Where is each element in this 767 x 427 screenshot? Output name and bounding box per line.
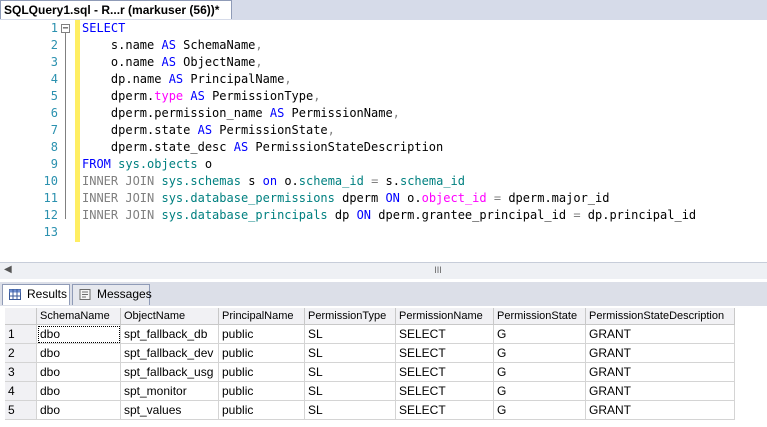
grid-cell[interactable]: public	[219, 325, 305, 344]
tab-messages[interactable]: Messages	[72, 284, 152, 305]
code-line: INNER JOIN sys.schemas s on o.schema_id …	[82, 174, 466, 188]
line-number: 4	[50, 72, 58, 86]
tab-sqlquery1[interactable]: SQLQuery1.sql - R...r (markuser (56))*	[0, 0, 232, 19]
grid-cell[interactable]: SELECT	[396, 382, 494, 401]
grid-cell[interactable]: dbo	[37, 401, 121, 420]
grid-cell[interactable]: G	[494, 382, 586, 401]
line-number: 2	[50, 38, 58, 52]
row-number[interactable]: 3	[5, 363, 37, 382]
grid-cell[interactable]: spt_values	[121, 401, 219, 420]
column-header[interactable]: PrincipalName	[219, 308, 305, 325]
grid-cell[interactable]: G	[494, 344, 586, 363]
results-grid[interactable]: SchemaName ObjectName PrincipalName Perm…	[0, 306, 767, 427]
collapse-outline-icon[interactable]: −	[61, 24, 70, 34]
grid-cell[interactable]: spt_monitor	[121, 382, 219, 401]
query-editor[interactable]: 1 2 3 4 5 6 7 8 9 10 11 12 13 − SELECT s…	[0, 20, 767, 262]
document-tab-strip: SQLQuery1.sql - R...r (markuser (56))*	[0, 0, 767, 21]
grid-cell[interactable]: G	[494, 363, 586, 382]
code-line: dperm.type AS PermissionType,	[82, 89, 321, 103]
grid-cell[interactable]: public	[219, 401, 305, 420]
column-header[interactable]: SchemaName	[37, 308, 121, 325]
grid-cell[interactable]: SL	[305, 344, 396, 363]
column-header[interactable]: PermissionState	[494, 308, 586, 325]
code-line: SELECT	[82, 21, 126, 35]
grid-icon	[9, 289, 21, 300]
line-number: 13	[43, 225, 58, 239]
column-header[interactable]: ObjectName	[121, 308, 219, 325]
column-header[interactable]: PermissionType	[305, 308, 396, 325]
tab-label: Results	[27, 287, 68, 301]
grid-corner	[5, 308, 37, 325]
code-line: s.name AS SchemaName,	[82, 38, 263, 52]
grid-cell[interactable]: SL	[305, 382, 396, 401]
line-number: 9	[50, 157, 58, 171]
tab-label: Messages	[97, 287, 152, 301]
row-number[interactable]: 5	[5, 401, 37, 420]
line-number: 1	[50, 21, 58, 35]
line-number: 7	[50, 123, 58, 137]
line-number: 6	[50, 106, 58, 120]
grid-cell[interactable]: SELECT	[396, 363, 494, 382]
grid-cell[interactable]: G	[494, 325, 586, 344]
grid-cell[interactable]: spt_fallback_usg	[121, 363, 219, 382]
grid-cell[interactable]: SELECT	[396, 401, 494, 420]
grid-cell[interactable]: GRANT	[586, 363, 735, 382]
code-line: INNER JOIN sys.database_permissions dper…	[82, 191, 610, 205]
grid-cell[interactable]: public	[219, 363, 305, 382]
grid-cell[interactable]: SELECT	[396, 325, 494, 344]
grid-cell[interactable]: GRANT	[586, 401, 735, 420]
grid-cell[interactable]: SL	[305, 363, 396, 382]
code-line: FROM sys.objects o	[82, 157, 213, 171]
grid-cell[interactable]: SELECT	[396, 344, 494, 363]
column-header[interactable]: PermissionStateDescription	[586, 308, 735, 325]
change-tracking-bar	[75, 20, 80, 242]
column-header[interactable]: PermissionName	[396, 308, 494, 325]
grid-cell[interactable]: SL	[305, 325, 396, 344]
grid-cell[interactable]: spt_fallback_dev	[121, 344, 219, 363]
line-number: 8	[50, 140, 58, 154]
results-tab-strip: Results Messages	[0, 282, 767, 307]
row-number[interactable]: 1	[5, 325, 37, 344]
grid-cell[interactable]: public	[219, 344, 305, 363]
horizontal-scrollbar[interactable]: ◀ III	[0, 262, 767, 279]
code-line: dperm.state AS PermissionState,	[82, 123, 335, 137]
line-number: 3	[50, 55, 58, 69]
code-line: dperm.permission_name AS PermissionName,	[82, 106, 400, 120]
grid-cell[interactable]: GRANT	[586, 325, 735, 344]
line-number: 12	[43, 208, 58, 222]
grid-cell[interactable]: GRANT	[586, 344, 735, 363]
line-number: 5	[50, 89, 58, 103]
line-number: 11	[43, 191, 58, 205]
code-line: o.name AS ObjectName,	[82, 55, 263, 69]
grid-cell[interactable]: GRANT	[586, 382, 735, 401]
messages-icon	[79, 289, 91, 300]
grid-cell[interactable]: G	[494, 401, 586, 420]
row-number[interactable]: 2	[5, 344, 37, 363]
scroll-left-icon[interactable]: ◀	[4, 264, 12, 275]
grid-cell[interactable]: dbo	[37, 382, 121, 401]
grid-cell[interactable]: SL	[305, 401, 396, 420]
row-number[interactable]: 4	[5, 382, 37, 401]
tab-results[interactable]: Results	[2, 284, 70, 305]
grid-cell[interactable]: spt_fallback_db	[121, 325, 219, 344]
outline-line	[65, 33, 66, 219]
grid-cell[interactable]: dbo	[37, 363, 121, 382]
line-number: 10	[43, 174, 58, 188]
code-line: INNER JOIN sys.database_principals dp ON…	[82, 208, 697, 222]
grid-cell[interactable]: dbo	[37, 344, 121, 363]
scroll-thumb-grip[interactable]: III	[426, 265, 450, 275]
code-line: dperm.state_desc AS PermissionStateDescr…	[82, 140, 444, 154]
grid-cell[interactable]: public	[219, 382, 305, 401]
code-line: dp.name AS PrincipalName,	[82, 72, 292, 86]
grid-cell[interactable]: dbo	[37, 325, 121, 344]
